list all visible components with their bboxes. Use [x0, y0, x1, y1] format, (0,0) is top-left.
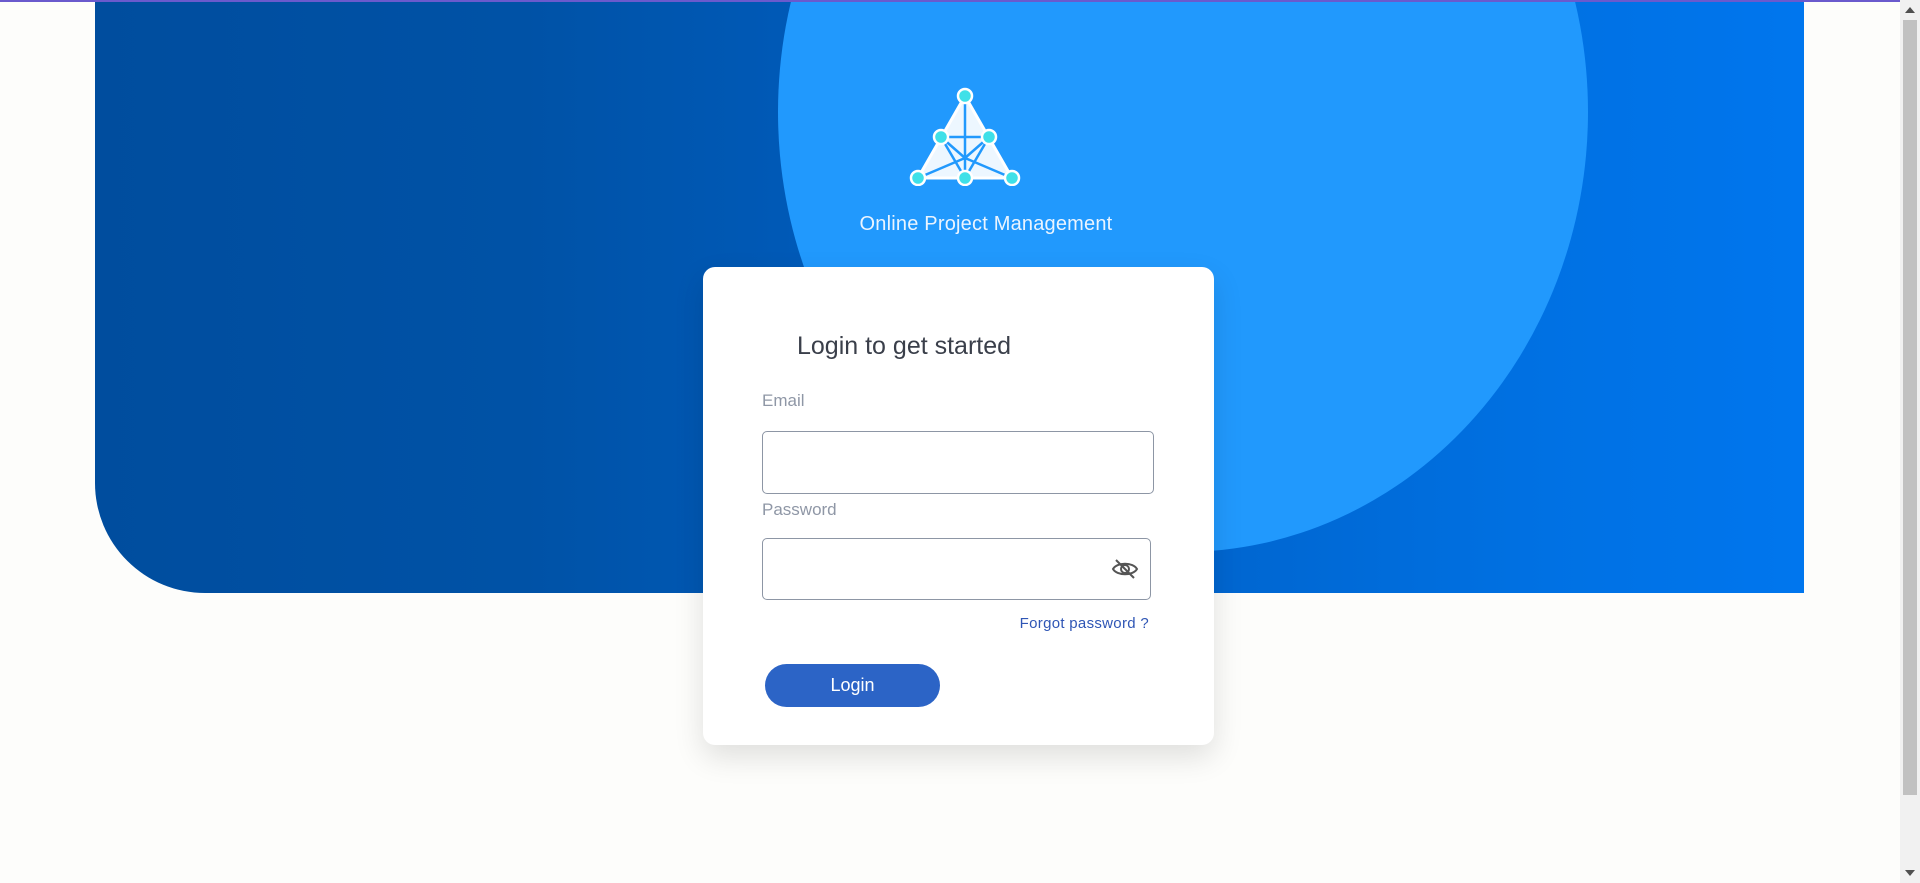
app-title: Online Project Management: [859, 213, 1113, 235]
login-heading: Login to get started: [797, 332, 1012, 360]
password-field[interactable]: [762, 538, 1151, 600]
login-card: Login to get started Email Password Forg…: [703, 267, 1214, 745]
scrollbar-thumb[interactable]: [1903, 20, 1917, 795]
eye-slash-icon[interactable]: [1111, 557, 1139, 581]
email-label: Email: [762, 391, 805, 410]
scroll-up-arrow-icon[interactable]: [1905, 7, 1915, 13]
forgot-password-link[interactable]: Forgot password ?: [1020, 615, 1149, 632]
login-button[interactable]: Login: [765, 664, 940, 707]
email-field[interactable]: [762, 431, 1154, 494]
page-scrollbar[interactable]: [1900, 0, 1920, 883]
network-triangle-logo-icon: [909, 87, 1021, 186]
password-label: Password: [762, 500, 837, 519]
scroll-down-arrow-icon[interactable]: [1905, 870, 1915, 876]
